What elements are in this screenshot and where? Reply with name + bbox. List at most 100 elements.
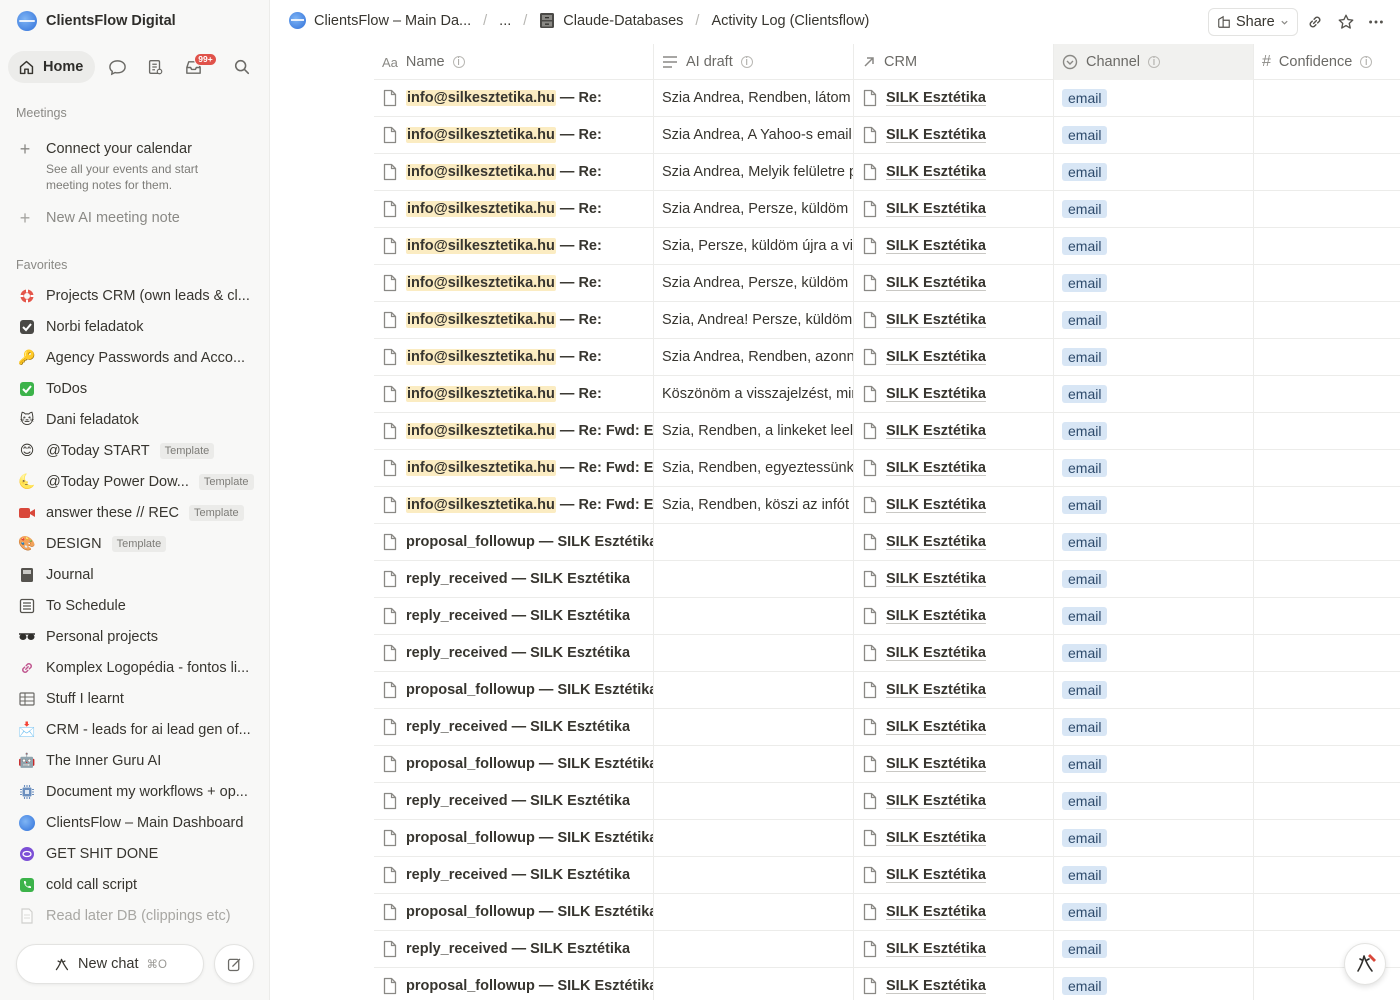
table-row[interactable]: info@silkesztetika.hu — Re: Szia Andrea, …: [374, 265, 1400, 302]
cell-confidence[interactable]: [1254, 117, 1400, 153]
cell-confidence[interactable]: [1254, 894, 1400, 930]
cell-confidence[interactable]: [1254, 783, 1400, 819]
cell-crm[interactable]: SILK Esztétika: [854, 709, 1054, 745]
cell-crm[interactable]: SILK Esztétika: [854, 561, 1054, 597]
cell-channel[interactable]: email: [1054, 672, 1254, 708]
cell-name[interactable]: proposal_followup — SILK Esztétika: [374, 894, 654, 930]
cell-confidence[interactable]: [1254, 746, 1400, 782]
cell-ai-draft[interactable]: Szia Andrea, Melyik felületre p: [654, 154, 854, 190]
cell-confidence[interactable]: [1254, 524, 1400, 560]
cell-ai-draft[interactable]: [654, 598, 854, 634]
table-row[interactable]: info@silkesztetika.hu — Re: Szia Andrea, …: [374, 339, 1400, 376]
table-row[interactable]: info@silkesztetika.hu — Re: Köszönöm a vi…: [374, 376, 1400, 413]
table-row[interactable]: info@silkesztetika.hu — Re: Szia, Persze,…: [374, 228, 1400, 265]
cell-channel[interactable]: email: [1054, 413, 1254, 449]
crm-relation-link[interactable]: SILK Esztétika: [886, 238, 986, 254]
crm-relation-link[interactable]: SILK Esztétika: [886, 941, 986, 957]
cell-ai-draft[interactable]: Szia Andrea, Persze, küldöm ú: [654, 265, 854, 301]
cell-crm[interactable]: SILK Esztétika: [854, 265, 1054, 301]
crm-relation-link[interactable]: SILK Esztétika: [886, 571, 986, 587]
cell-name[interactable]: info@silkesztetika.hu — Re: Fwd: Elké: [374, 487, 654, 523]
table-row[interactable]: info@silkesztetika.hu — Re: Szia Andrea, …: [374, 117, 1400, 154]
crm-relation-link[interactable]: SILK Esztétika: [886, 423, 986, 439]
cell-crm[interactable]: SILK Esztétika: [854, 635, 1054, 671]
cell-name[interactable]: info@silkesztetika.hu — Re:: [374, 302, 654, 338]
cell-name[interactable]: info@silkesztetika.hu — Re:: [374, 376, 654, 412]
search-button[interactable]: [226, 51, 258, 83]
column-header-ai-draft[interactable]: AI draft i: [654, 44, 854, 80]
cell-name[interactable]: reply_received — SILK Esztétika: [374, 635, 654, 671]
table-row[interactable]: info@silkesztetika.hu — Re: Fwd: Elké Szi…: [374, 487, 1400, 524]
cell-ai-draft[interactable]: Szia Andrea, Persze, küldöm ú: [654, 191, 854, 227]
crm-relation-link[interactable]: SILK Esztétika: [886, 682, 986, 698]
cell-channel[interactable]: email: [1054, 746, 1254, 782]
cell-channel[interactable]: email: [1054, 931, 1254, 967]
cell-ai-draft[interactable]: [654, 931, 854, 967]
breadcrumb-root[interactable]: ClientsFlow – Main Da...: [314, 13, 471, 29]
cell-crm[interactable]: SILK Esztétika: [854, 80, 1054, 116]
cell-channel[interactable]: email: [1054, 635, 1254, 671]
cell-confidence[interactable]: [1254, 80, 1400, 116]
table-row[interactable]: info@silkesztetika.hu — Re: Szia Andrea, …: [374, 80, 1400, 117]
cell-confidence[interactable]: [1254, 598, 1400, 634]
cell-ai-draft[interactable]: [654, 672, 854, 708]
table-row[interactable]: info@silkesztetika.hu — Re: Szia, Andrea!…: [374, 302, 1400, 339]
cell-ai-draft[interactable]: Szia, Rendben, köszi az infót a: [654, 487, 854, 523]
crm-relation-link[interactable]: SILK Esztétika: [886, 164, 986, 180]
table-row[interactable]: proposal_followup — SILK Esztétika SILK E…: [374, 672, 1400, 709]
cell-crm[interactable]: SILK Esztétika: [854, 783, 1054, 819]
cell-crm[interactable]: SILK Esztétika: [854, 746, 1054, 782]
table-row[interactable]: reply_received — SILK Esztétika SILK Eszt…: [374, 857, 1400, 894]
tasks-button[interactable]: [139, 51, 171, 83]
cell-crm[interactable]: SILK Esztétika: [854, 154, 1054, 190]
crm-relation-link[interactable]: SILK Esztétika: [886, 978, 986, 994]
favorite-item[interactable]: 🔑 Agency Passwords and Acco...: [8, 342, 262, 373]
favorite-item[interactable]: GET SHIT DONE: [8, 838, 262, 869]
copy-link-button[interactable]: [1303, 10, 1327, 34]
favorite-button[interactable]: [1334, 10, 1358, 34]
cell-name[interactable]: reply_received — SILK Esztétika: [374, 931, 654, 967]
favorite-item[interactable]: Document my workflows + op...: [8, 776, 262, 807]
cell-channel[interactable]: email: [1054, 376, 1254, 412]
cell-name[interactable]: reply_received — SILK Esztétika: [374, 857, 654, 893]
cell-channel[interactable]: email: [1054, 117, 1254, 153]
cell-name[interactable]: proposal_followup — SILK Esztétika: [374, 746, 654, 782]
cell-confidence[interactable]: [1254, 857, 1400, 893]
column-header-confidence[interactable]: # Confidence i: [1254, 44, 1400, 80]
cell-channel[interactable]: email: [1054, 302, 1254, 338]
cell-name[interactable]: info@silkesztetika.hu — Re:: [374, 339, 654, 375]
crm-relation-link[interactable]: SILK Esztétika: [886, 312, 986, 328]
cell-channel[interactable]: email: [1054, 968, 1254, 1000]
table-row[interactable]: info@silkesztetika.hu — Re: Fwd: Elké Szi…: [374, 413, 1400, 450]
cell-ai-draft[interactable]: [654, 709, 854, 745]
cell-crm[interactable]: SILK Esztétika: [854, 672, 1054, 708]
cell-ai-draft[interactable]: Szia, Persze, küldöm újra a vid: [654, 228, 854, 264]
table-row[interactable]: info@silkesztetika.hu — Re: Fwd: Elké Szi…: [374, 450, 1400, 487]
cell-name[interactable]: proposal_followup — SILK Esztétika: [374, 672, 654, 708]
cell-name[interactable]: proposal_followup — SILK Esztétika: [374, 968, 654, 1000]
cell-channel[interactable]: email: [1054, 709, 1254, 745]
home-button[interactable]: Home: [8, 51, 96, 83]
cell-crm[interactable]: SILK Esztétika: [854, 598, 1054, 634]
cell-crm[interactable]: SILK Esztétika: [854, 228, 1054, 264]
favorite-item[interactable]: ToDos: [8, 373, 262, 404]
new-ai-meeting-note[interactable]: + New AI meeting note: [18, 209, 180, 227]
table-row[interactable]: proposal_followup — SILK Esztétika SILK E…: [374, 968, 1400, 1000]
crm-relation-link[interactable]: SILK Esztétika: [886, 460, 986, 476]
crm-relation-link[interactable]: SILK Esztétika: [886, 719, 986, 735]
cell-ai-draft[interactable]: [654, 968, 854, 1000]
cell-name[interactable]: info@silkesztetika.hu — Re:: [374, 228, 654, 264]
cell-confidence[interactable]: [1254, 820, 1400, 856]
cell-channel[interactable]: email: [1054, 80, 1254, 116]
more-options-button[interactable]: [1364, 10, 1388, 34]
favorite-item[interactable]: cold call script: [8, 869, 262, 900]
cell-confidence[interactable]: [1254, 672, 1400, 708]
table-row[interactable]: proposal_followup — SILK Esztétika SILK E…: [374, 894, 1400, 931]
cell-crm[interactable]: SILK Esztétika: [854, 117, 1054, 153]
table-row[interactable]: proposal_followup — SILK Esztétika SILK E…: [374, 746, 1400, 783]
cell-channel[interactable]: email: [1054, 894, 1254, 930]
cell-crm[interactable]: SILK Esztétika: [854, 339, 1054, 375]
cell-channel[interactable]: email: [1054, 783, 1254, 819]
table-row[interactable]: proposal_followup — SILK Esztétika SILK E…: [374, 524, 1400, 561]
cell-channel[interactable]: email: [1054, 487, 1254, 523]
